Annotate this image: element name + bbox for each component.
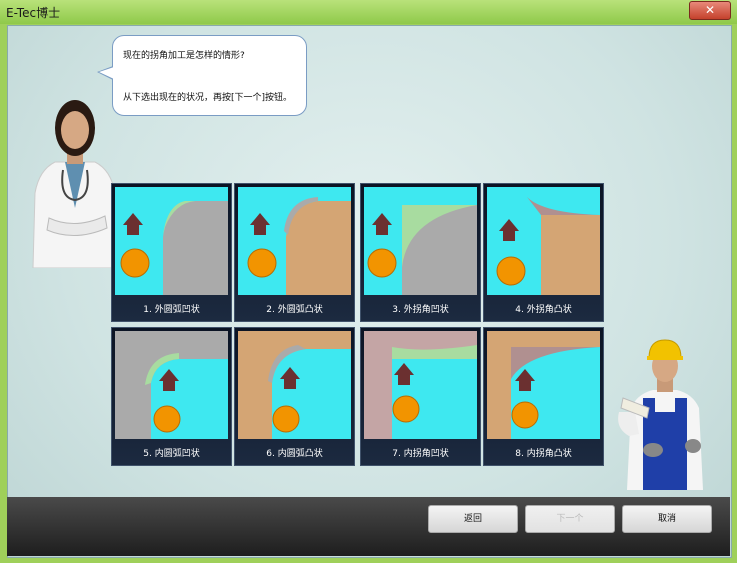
option-1-diagram	[115, 187, 228, 295]
bottom-toolbar: 返回 下一个 取消	[7, 497, 730, 556]
option-2-diagram	[238, 187, 351, 295]
option-card-6[interactable]: 6. 内圆弧凸状	[234, 327, 355, 466]
speech-bubble: 现在的拐角加工是怎样的情形? 从下选出现在的状况，再按[下一个]按钮。	[112, 35, 307, 116]
option-6-diagram	[238, 331, 351, 439]
close-button[interactable]: ✕	[689, 1, 731, 20]
option-card-2[interactable]: 2. 外圆弧凸状	[234, 183, 355, 322]
back-button[interactable]: 返回	[428, 505, 518, 533]
option-card-1[interactable]: 1. 外圆弧凹状	[111, 183, 232, 322]
option-card-8[interactable]: 8. 内拐角凸状	[483, 327, 604, 466]
option-6-label: 6. 内圆弧凸状	[266, 449, 323, 459]
option-3-label: 3. 外拐角凹状	[392, 305, 449, 315]
app-window: E-Tec博士 ✕ 现在的拐角加工是怎样的情形? 从下选出现在的状况，再按[下一…	[0, 0, 737, 563]
option-2-label: 2. 外圆弧凸状	[266, 305, 323, 315]
option-4-label: 4. 外拐角凸状	[515, 305, 572, 315]
cancel-button[interactable]: 取消	[622, 505, 712, 533]
doctor-avatar	[32, 100, 120, 268]
option-card-3[interactable]: 3. 外拐角凹状	[360, 183, 481, 322]
option-7-label: 7. 内拐角凹状	[392, 449, 449, 459]
option-card-7[interactable]: 7. 内拐角凹状	[360, 327, 481, 466]
window-title: E-Tec博士	[6, 6, 61, 20]
option-8-diagram	[487, 331, 600, 439]
next-button[interactable]: 下一个	[525, 505, 615, 533]
option-card-5[interactable]: 5. 内圆弧凹状	[111, 327, 232, 466]
option-5-diagram	[115, 331, 228, 439]
title-bar: E-Tec博士 ✕	[0, 0, 737, 24]
option-8-label: 8. 内拐角凸状	[515, 449, 572, 459]
option-3-diagram	[364, 187, 477, 295]
bubble-question: 现在的拐角加工是怎样的情形?	[123, 51, 245, 61]
option-7-diagram	[364, 331, 477, 439]
bubble-tail-inner	[99, 67, 114, 79]
option-card-4[interactable]: 4. 外拐角凸状	[483, 183, 604, 322]
bubble-instruction: 从下选出现在的状况，再按[下一个]按钮。	[123, 93, 293, 103]
engineer-avatar	[618, 339, 703, 490]
option-5-label: 5. 内圆弧凹状	[143, 449, 200, 459]
option-1-label: 1. 外圆弧凹状	[143, 305, 200, 315]
option-4-diagram	[487, 187, 600, 295]
